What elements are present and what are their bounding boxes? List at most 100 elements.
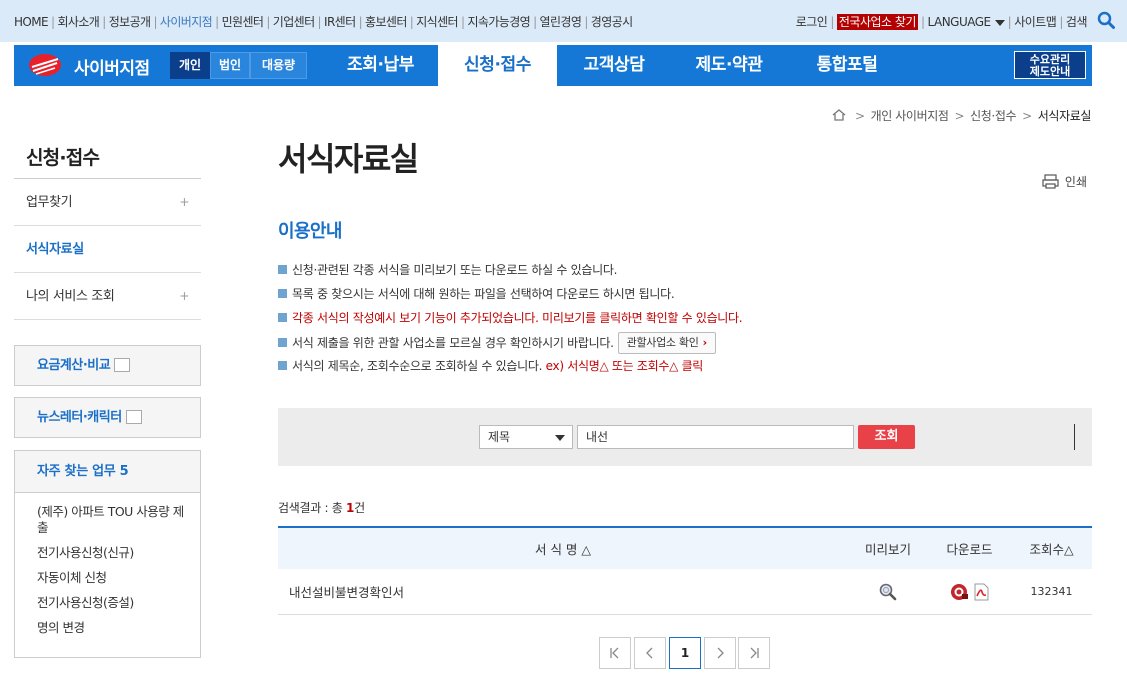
util-knowledge[interactable]: 지식센터 — [416, 15, 458, 29]
sitemap-link[interactable]: 사이트맵 — [1014, 15, 1057, 29]
chevron-right-icon — [717, 647, 724, 659]
favorite-item[interactable]: 전기사용신청(증설) — [37, 595, 200, 611]
search-type-select[interactable]: 제목 — [479, 425, 573, 449]
print-button[interactable]: 인쇄 — [1042, 173, 1087, 190]
bullet-icon — [278, 338, 287, 347]
util-business[interactable]: 기업센터 — [273, 15, 315, 29]
menu-inquiry-payment[interactable]: 조회·납부 — [323, 45, 438, 86]
first-page-button[interactable] — [599, 637, 631, 669]
download-cell — [928, 569, 1011, 614]
caret-down-icon — [994, 19, 1005, 26]
main-nav: 사이버지점 개인 법인 대용량 조회·납부 신청·접수 고객상담 제도·약관 통… — [14, 45, 1092, 86]
plus-icon: + — [179, 289, 189, 303]
home-icon[interactable] — [832, 109, 846, 121]
prev-page-button[interactable] — [634, 637, 666, 669]
preview-cell — [848, 569, 928, 614]
office-check-button[interactable]: 관할사업소 확인 › — [617, 332, 716, 354]
favorite-tasks-title: 자주 찾는 업무 5 — [15, 451, 200, 493]
favorite-item[interactable]: 자동이체 신청 — [37, 570, 200, 586]
favorite-item[interactable]: 명의 변경 — [37, 620, 200, 636]
util-info[interactable]: 정보공개 — [109, 15, 151, 29]
section-title: 이용안내 — [278, 221, 342, 242]
segment-large[interactable]: 대용량 — [250, 52, 307, 79]
utility-bar: HOME | 회사소개 | 정보공개 | 사이버지점 | 민원센터 | 기업센터 | IR센터 | 홍보센터… — [0, 0, 1127, 42]
favorite-tasks: 자주 찾는 업무 5 (제주) 아파트 TOU 사용량 제출 전기사용신청(신규… — [14, 450, 201, 658]
utility-right: 로그인 | 전국사업소 찾기 | LANGUAGE | 사이트맵 | 검색 — [795, 14, 1088, 30]
breadcrumb-item[interactable]: 개인 사이버지점 — [871, 109, 949, 123]
divider — [1074, 424, 1075, 450]
util-pr[interactable]: 홍보센터 — [365, 15, 407, 29]
header-download: 다운로드 — [946, 542, 993, 557]
guide-example: ex) 서식명△ 또는 조회수△ 클릭 — [545, 359, 704, 373]
kepco-logo-icon — [29, 54, 61, 76]
menu-portal[interactable]: 통합포털 — [787, 45, 907, 86]
util-cyber-branch[interactable]: 사이버지점 — [160, 15, 213, 29]
brand-title[interactable]: 사이버지점 — [74, 54, 150, 79]
favorite-item[interactable]: 전기사용신청(신규) — [37, 545, 200, 561]
chevron-right-icon: › — [702, 336, 708, 349]
view-count: 132341 — [1030, 585, 1073, 598]
sidebar-item-my-service[interactable]: 나의 서비스 조회 + — [14, 273, 201, 320]
newsletter-link[interactable]: 뉴스레터·캐릭터 — [14, 397, 201, 438]
search-button[interactable]: 조회 — [858, 425, 915, 449]
menu-application[interactable]: 신청·접수 — [438, 45, 557, 86]
magnifier-preview-icon[interactable] — [879, 583, 897, 601]
page-title: 서식자료실 — [278, 140, 419, 178]
sidebar-item-forms[interactable]: 서식자료실 — [14, 226, 201, 273]
first-page-icon — [610, 647, 619, 659]
table-header: 서 식 명 △ 미리보기 다운로드 조회수△ — [278, 528, 1092, 569]
form-name-link[interactable]: 내선설비불변경확인서 — [278, 569, 848, 614]
search-icon[interactable] — [1097, 11, 1115, 29]
search-area: 제목 내선 조회 — [278, 408, 1092, 466]
util-sustain[interactable]: 지속가능경영 — [467, 15, 530, 29]
chevron-left-icon — [646, 647, 653, 659]
printer-icon — [1042, 174, 1059, 189]
sidebar-nav: 업무찾기 + 서식자료실 나의 서비스 조회 + — [14, 178, 201, 320]
bullet-icon — [278, 313, 287, 322]
search-link[interactable]: 검색 — [1066, 15, 1088, 29]
office-find-link[interactable]: 전국사업소 찾기 — [836, 14, 918, 30]
segment-personal[interactable]: 개인 — [170, 52, 210, 79]
fee-calc-link[interactable]: 요금계산·비교 — [14, 345, 201, 386]
usage-guide: 신청·관련된 각종 서식을 미리보기 또는 다운로드 하실 수 있습니다. 목록… — [278, 260, 743, 380]
login-link[interactable]: 로그인 — [796, 15, 828, 29]
util-civil[interactable]: 민원센터 — [222, 15, 264, 29]
window-icon — [114, 358, 131, 372]
plus-icon: + — [179, 195, 189, 209]
menu-consult[interactable]: 고객상담 — [557, 45, 671, 86]
forms-table: 서 식 명 △ 미리보기 다운로드 조회수△ 내선설비불변경확인서 132341 — [278, 526, 1092, 615]
breadcrumb-item[interactable]: 신청·접수 — [970, 109, 1016, 123]
favorite-item[interactable]: (제주) 아파트 TOU 사용량 제출 — [37, 504, 187, 536]
caret-down-icon — [555, 435, 565, 441]
segment-corporate[interactable]: 법인 — [210, 52, 250, 79]
last-page-button[interactable] — [738, 637, 770, 669]
bullet-icon — [278, 361, 287, 370]
window-icon — [125, 410, 142, 424]
language-select[interactable]: LANGUAGE — [928, 15, 1005, 29]
page-number[interactable]: 1 — [669, 637, 701, 669]
bullet-icon — [278, 289, 287, 298]
last-page-icon — [750, 647, 759, 659]
util-home[interactable]: HOME — [14, 15, 49, 29]
util-disclosure[interactable]: 경영공시 — [591, 15, 633, 29]
header-views[interactable]: 조회수△ — [1011, 528, 1092, 569]
utility-nav: HOME | 회사소개 | 정보공개 | 사이버지점 | 민원센터 | 기업센터 | IR센터 | 홍보센터… — [14, 15, 633, 29]
sidebar-item-task-find[interactable]: 업무찾기 + — [14, 179, 201, 226]
bullet-icon — [278, 265, 287, 274]
sidebar-title: 신청·접수 — [26, 147, 100, 169]
util-ir[interactable]: IR센터 — [324, 15, 356, 29]
result-count: 검색결과 : 총 1건 — [278, 501, 365, 515]
menu-system-terms[interactable]: 제도·약관 — [671, 45, 787, 86]
next-page-button[interactable] — [704, 637, 736, 669]
breadcrumb: > 개인 사이버지점 > 신청·접수 > 서식자료실 — [832, 107, 1091, 124]
util-open[interactable]: 열린경영 — [540, 15, 582, 29]
pdf-file-icon[interactable] — [972, 583, 990, 601]
header-preview: 미리보기 — [864, 542, 911, 557]
demand-mgmt-button[interactable]: 수요관리 제도안내 — [1014, 51, 1086, 79]
util-company[interactable]: 회사소개 — [57, 15, 99, 29]
table-row: 내선설비불변경확인서 132341 — [278, 569, 1092, 615]
search-input[interactable]: 내선 — [577, 425, 854, 449]
header-form-name[interactable]: 서 식 명 △ — [278, 528, 848, 569]
breadcrumb-current: 서식자료실 — [1037, 109, 1092, 123]
hwp-file-icon[interactable] — [950, 583, 970, 601]
